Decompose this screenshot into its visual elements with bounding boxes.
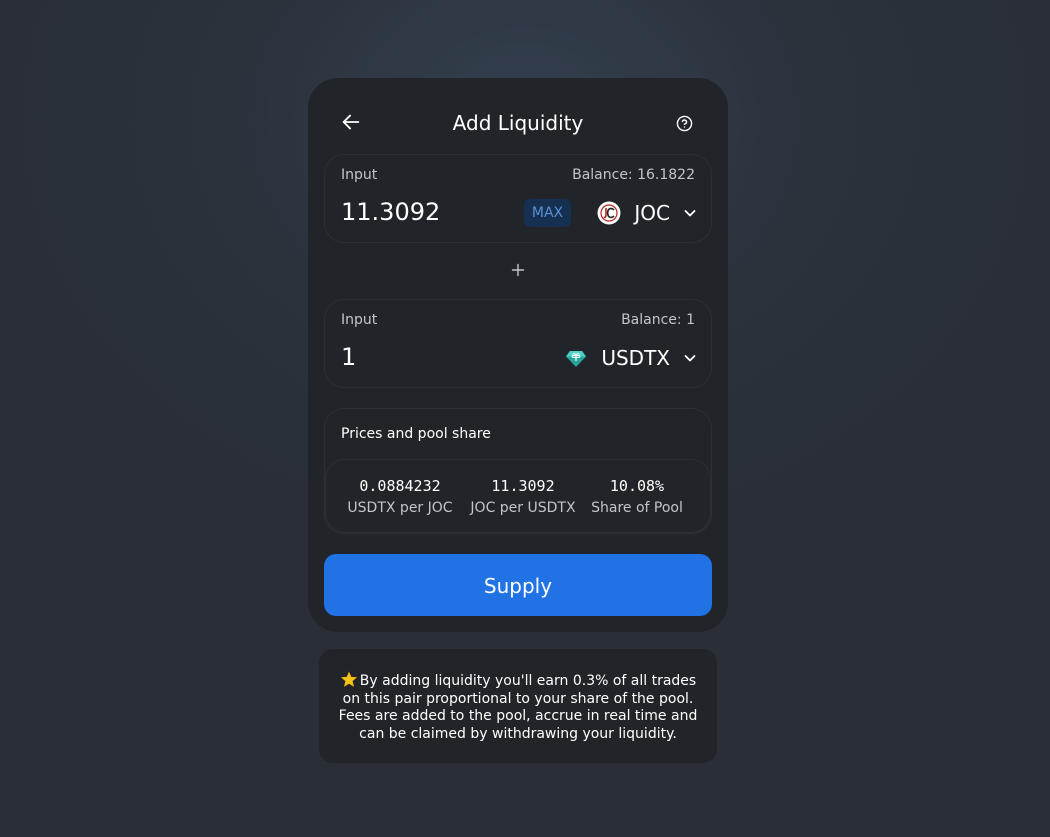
max-button[interactable]: MAX <box>524 199 571 227</box>
input-b-label: Input <box>341 312 378 328</box>
stat-label: Share of Pool <box>591 500 683 516</box>
star-icon <box>340 671 357 687</box>
pool-share-title: Prices and pool share <box>341 426 491 442</box>
prices-pool-share-panel: Prices and pool share 0.0884232 USDTX pe… <box>324 408 712 534</box>
input-b-balance: Balance: 1 <box>621 312 695 328</box>
question-circle-icon[interactable] <box>676 115 693 132</box>
stat-value: 11.3092 <box>491 477 555 495</box>
joc-token-icon <box>597 201 621 225</box>
usdtx-token-icon <box>566 351 587 367</box>
add-liquidity-card: Add Liquidity Input Balance: 16.1822 MAX… <box>308 78 728 632</box>
stat-usdtx-per-joc: 0.0884232 USDTX per JOC <box>335 477 465 516</box>
token-a-symbol: JOC <box>634 201 670 225</box>
input-a-label: Input <box>341 167 378 183</box>
token-b-amount-input[interactable] <box>341 343 511 371</box>
input-a-balance: Balance: 16.1822 <box>572 167 695 183</box>
token-b-selector[interactable]: USDTX <box>564 344 697 372</box>
pool-stats: 0.0884232 USDTX per JOC 11.3092 JOC per … <box>325 459 711 533</box>
token-b-symbol: USDTX <box>601 346 670 370</box>
chevron-down-icon <box>684 355 696 362</box>
info-text: By adding liquidity you'll earn 0.3% of … <box>338 673 698 742</box>
supply-button[interactable]: Supply <box>324 554 712 616</box>
token-a-amount-input[interactable] <box>341 198 511 226</box>
token-b-input-panel: Input Balance: 1 USDTX <box>324 299 712 388</box>
page-title: Add Liquidity <box>452 111 584 135</box>
card-header: Add Liquidity <box>308 78 728 154</box>
token-a-selector[interactable]: JOC <box>597 199 697 227</box>
token-a-input-panel: Input Balance: 16.1822 MAX JOC <box>324 154 712 243</box>
stat-share-of-pool: 10.08% Share of Pool <box>572 477 702 516</box>
plus-icon <box>511 263 525 277</box>
stat-value: 0.0884232 <box>359 477 441 495</box>
stat-label: JOC per USDTX <box>470 500 576 516</box>
stat-label: USDTX per JOC <box>347 500 453 516</box>
stat-joc-per-usdtx: 11.3092 JOC per USDTX <box>458 477 588 516</box>
liquidity-info-box: By adding liquidity you'll earn 0.3% of … <box>319 649 717 763</box>
stat-value: 10.08% <box>609 477 665 495</box>
chevron-down-icon <box>684 210 696 217</box>
